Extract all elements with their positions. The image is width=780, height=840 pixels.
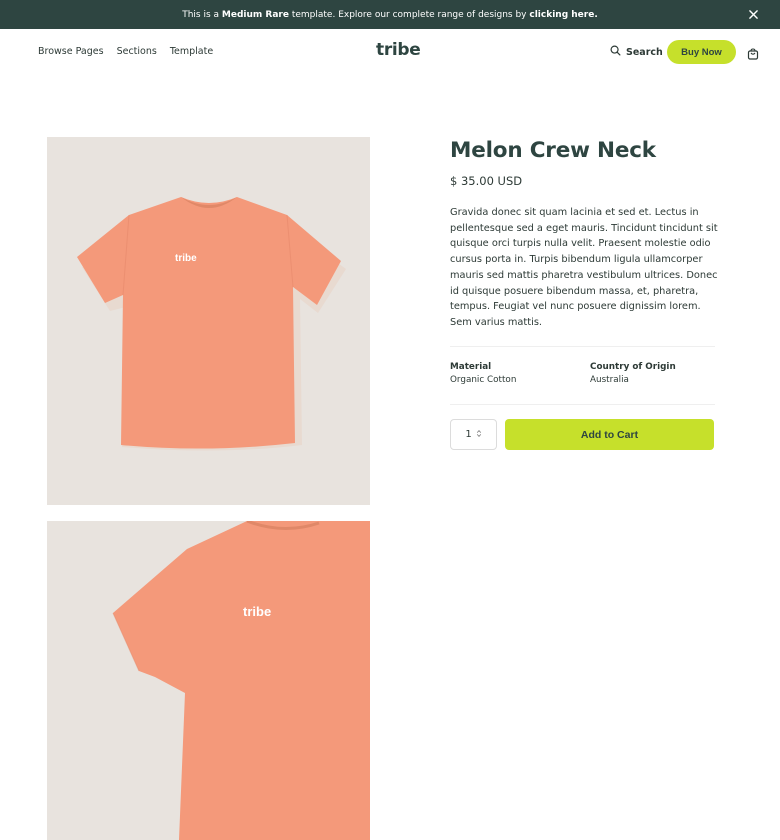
spec-country-of-origin: Country of Origin Australia <box>590 362 676 385</box>
spec-value: Australia <box>590 375 629 385</box>
nav-link-template[interactable]: Template <box>170 46 213 57</box>
search-button[interactable]: Search <box>610 45 663 59</box>
logo[interactable]: tribe <box>376 40 421 60</box>
search-label: Search <box>626 46 663 58</box>
banner-link[interactable]: clicking here. <box>529 10 597 20</box>
nav-links: Browse Pages Sections Template <box>38 46 213 57</box>
product-image-front: tribe <box>47 137 370 505</box>
banner-brand: Medium Rare <box>221 9 289 20</box>
divider <box>450 346 715 347</box>
shirt-print-front: tribe <box>175 253 197 264</box>
divider <box>450 404 715 405</box>
spec-label: Country of Origin <box>590 362 676 372</box>
buy-now-button[interactable]: Buy Now <box>667 40 736 64</box>
search-icon <box>610 45 621 59</box>
stepper-arrows-icon[interactable] <box>476 429 482 441</box>
banner-text-middle: template. Explore our complete range of … <box>288 9 530 20</box>
spec-label: Material <box>450 362 492 372</box>
navbar: Browse Pages Sections Template tribe Sea… <box>0 29 780 75</box>
nav-link-sections[interactable]: Sections <box>117 46 157 57</box>
shirt-print-closeup: tribe <box>243 604 271 619</box>
product-price: $ 35.00 USD <box>450 174 523 188</box>
quantity-stepper[interactable]: 1 <box>450 419 497 450</box>
banner-text-before: This is a <box>182 9 222 20</box>
product-image-closeup: tribe <box>47 521 370 840</box>
close-icon[interactable] <box>746 7 760 21</box>
spec-material: Material Organic Cotton <box>450 362 516 385</box>
nav-link-browse-pages[interactable]: Browse Pages <box>38 46 104 57</box>
product-title: Melon Crew Neck <box>450 138 656 163</box>
announcement-banner: This is a Medium Rare template. Explore … <box>0 0 780 29</box>
quantity-value: 1 <box>465 429 472 440</box>
banner-text: This is a Medium Rare template. Explore … <box>182 10 598 20</box>
add-to-cart-button[interactable]: Add to Cart <box>505 419 714 450</box>
product-description: Gravida donec sit quam lacinia et sed et… <box>450 207 718 328</box>
shopping-bag-icon[interactable] <box>747 45 761 60</box>
spec-value: Organic Cotton <box>450 375 517 385</box>
